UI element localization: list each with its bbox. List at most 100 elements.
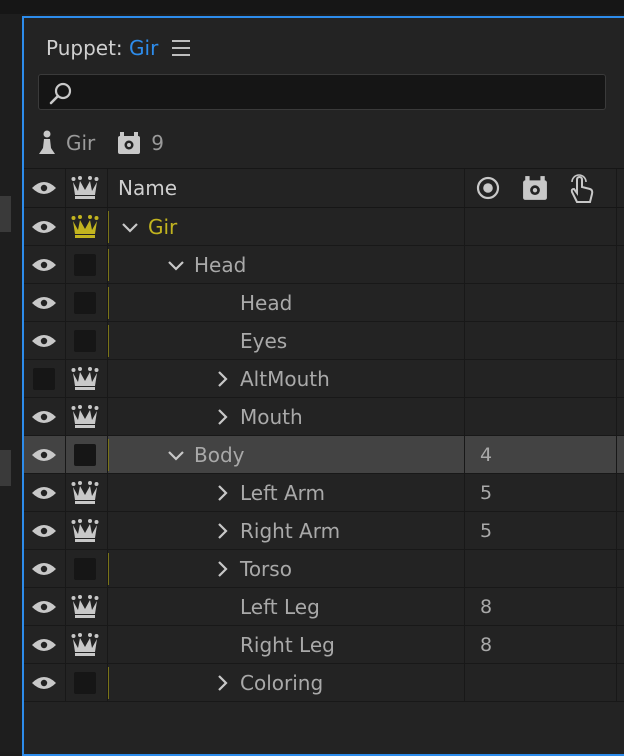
behavior-count-label: 9 — [151, 131, 165, 155]
eye-icon — [32, 486, 56, 499]
search-input[interactable] — [79, 79, 603, 107]
puppet-name-label: Gir — [66, 131, 96, 155]
independence-toggle[interactable] — [64, 246, 106, 283]
independence-off-box — [74, 671, 96, 694]
tree-row-label: Eyes — [240, 328, 288, 353]
independence-toggle[interactable] — [64, 550, 106, 587]
behavior-count-cell — [480, 664, 540, 701]
tree-row-label: Coloring — [240, 670, 324, 695]
tree-row-label: Right Leg — [240, 632, 335, 657]
visibility-toggle[interactable] — [24, 550, 64, 587]
tree-row[interactable]: Head — [24, 246, 624, 284]
independence-toggle[interactable] — [64, 322, 106, 359]
independence-column-header[interactable] — [64, 169, 106, 207]
triggers-column-header[interactable] — [568, 169, 596, 207]
search-icon — [49, 82, 72, 105]
independence-toggle[interactable] — [64, 588, 106, 625]
visibility-off-box — [33, 367, 55, 390]
eye-icon — [32, 524, 56, 537]
tree-row-label: Head — [240, 290, 293, 315]
tree-row[interactable]: Right Arm 5 — [24, 512, 624, 550]
tree-row-name[interactable]: Gir — [108, 208, 476, 245]
independence-toggle[interactable] — [64, 398, 106, 435]
tree-row[interactable]: Body 4 — [24, 436, 624, 474]
tree-row-name[interactable]: Head — [108, 246, 522, 283]
independence-toggle[interactable] — [64, 664, 106, 701]
chevron-right-icon[interactable] — [212, 407, 232, 427]
search-field[interactable] — [38, 74, 606, 110]
touch-hand-icon — [570, 174, 594, 203]
behavior-icon — [118, 132, 141, 154]
visibility-toggle[interactable] — [24, 474, 64, 511]
tree-row-label: Left Arm — [240, 480, 326, 505]
visibility-toggle[interactable] — [24, 284, 64, 321]
independence-toggle[interactable] — [64, 436, 106, 473]
tree-row[interactable]: Left Leg 8 — [24, 588, 624, 626]
visibility-toggle[interactable] — [24, 360, 64, 397]
tree-row[interactable]: Eyes — [24, 322, 624, 360]
independence-off-box — [74, 253, 96, 276]
crown-icon — [71, 366, 99, 390]
name-column-header[interactable]: Name — [118, 169, 177, 207]
panel-title: Puppet: Gir — [46, 36, 158, 60]
visibility-toggle[interactable] — [24, 626, 64, 663]
handle-column-header[interactable] — [476, 169, 500, 207]
behavior-count-cell: 5 — [480, 519, 493, 542]
independence-off-box — [74, 443, 96, 466]
visibility-toggle[interactable] — [24, 512, 64, 549]
visibility-toggle[interactable] — [24, 208, 64, 245]
crown-icon — [71, 404, 99, 428]
crown-icon — [71, 176, 99, 199]
app-top-bar — [0, 0, 624, 14]
independence-toggle[interactable] — [64, 208, 106, 245]
independence-toggle[interactable] — [64, 474, 106, 511]
chevron-right-icon[interactable] — [212, 369, 232, 389]
crown-icon — [71, 214, 99, 238]
independence-off-box — [74, 557, 96, 580]
behavior-count-cell — [480, 284, 540, 321]
visibility-column-header[interactable] — [24, 169, 64, 207]
independence-toggle[interactable] — [64, 284, 106, 321]
eye-icon — [32, 334, 56, 347]
visibility-toggle[interactable] — [24, 322, 64, 359]
puppet-panel: Puppet: Gir Gir 9 Name Gir Head Head Eye… — [22, 16, 624, 756]
visibility-toggle[interactable] — [24, 664, 64, 701]
chevron-right-icon[interactable] — [212, 673, 232, 693]
chevron-down-icon[interactable] — [166, 255, 186, 275]
independence-off-box — [74, 291, 96, 314]
chevron-right-icon[interactable] — [212, 483, 232, 503]
behavior-count-cell: 8 — [480, 633, 493, 656]
panel-menu-icon[interactable] — [172, 40, 190, 56]
chevron-down-icon[interactable] — [166, 445, 186, 465]
visibility-toggle[interactable] — [24, 588, 64, 625]
crown-icon — [71, 518, 99, 542]
behaviors-column-header[interactable] — [522, 169, 548, 207]
independence-off-box — [74, 329, 96, 352]
tree-row[interactable]: Coloring — [24, 664, 624, 702]
visibility-toggle[interactable] — [24, 398, 64, 435]
visibility-toggle[interactable] — [24, 436, 64, 473]
tree-row-label: Mouth — [240, 404, 303, 429]
independence-toggle[interactable] — [64, 512, 106, 549]
chevron-right-icon[interactable] — [212, 559, 232, 579]
tree-row[interactable]: Head — [24, 284, 624, 322]
tree-row[interactable]: Right Leg 8 — [24, 626, 624, 664]
puppet-tree: Gir Head Head Eyes AltMouth Mouth Body 4 Left Ar… — [24, 208, 624, 702]
puppet-figure-icon — [39, 130, 55, 154]
tree-row-name[interactable]: Body — [108, 436, 522, 473]
tree-row[interactable]: Torso — [24, 550, 624, 588]
independence-toggle[interactable] — [64, 360, 106, 397]
tree-row[interactable]: AltMouth — [24, 360, 624, 398]
behavior-icon — [523, 176, 547, 200]
tree-row-label: Gir — [148, 214, 178, 239]
chevron-down-icon[interactable] — [120, 217, 140, 237]
panel-title-prefix: Puppet: — [46, 36, 123, 60]
tree-row-label: Left Leg — [240, 594, 320, 619]
visibility-toggle[interactable] — [24, 246, 64, 283]
tree-row[interactable]: Gir — [24, 208, 624, 246]
tree-row[interactable]: Left Arm 5 — [24, 474, 624, 512]
chevron-right-icon[interactable] — [212, 521, 232, 541]
tree-row-label: Body — [194, 442, 245, 467]
tree-row[interactable]: Mouth — [24, 398, 624, 436]
independence-toggle[interactable] — [64, 626, 106, 663]
